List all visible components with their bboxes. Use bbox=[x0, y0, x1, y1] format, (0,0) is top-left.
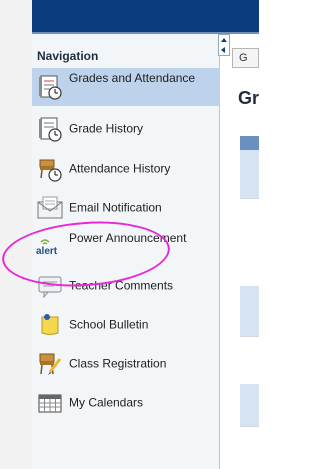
svg-text:alert: alert bbox=[36, 246, 58, 257]
nav-item-label: My Calendars bbox=[69, 395, 144, 410]
table-row bbox=[240, 384, 259, 426]
table-row bbox=[240, 198, 259, 286]
nav-item-power-announcement[interactable]: alert Power Announcement bbox=[32, 228, 220, 266]
nav-item-class-registration[interactable]: Class Registration bbox=[32, 345, 220, 383]
nav-item-grade-history[interactable]: Grade History bbox=[32, 110, 220, 148]
calendar-icon bbox=[38, 394, 62, 413]
table-row bbox=[240, 426, 259, 469]
navigation-heading: Navigation bbox=[37, 49, 99, 63]
nav-item-label: Grades and Attendance bbox=[69, 71, 196, 85]
registration-icon bbox=[39, 353, 62, 375]
grade-history-icon bbox=[39, 117, 62, 142]
nav-item-label: Attendance History bbox=[69, 161, 171, 176]
table-row bbox=[240, 286, 259, 336]
collapse-up-icon bbox=[221, 38, 227, 42]
nav-item-label: Grade History bbox=[69, 121, 144, 136]
table-row bbox=[240, 150, 259, 198]
tab-grades[interactable]: G bbox=[232, 48, 259, 68]
tab-underline bbox=[232, 67, 259, 68]
nav-item-school-bulletin[interactable]: School Bulletin bbox=[32, 306, 220, 344]
nav-item-label: Teacher Comments bbox=[69, 278, 174, 293]
nav-item-label: Power Announcement bbox=[69, 231, 187, 245]
nav-item-my-calendars[interactable]: My Calendars bbox=[32, 384, 220, 422]
table-header bbox=[240, 136, 259, 150]
nav-item-label: Class Registration bbox=[69, 356, 167, 371]
grades-icon bbox=[39, 75, 62, 100]
navigation-sidebar: Navigation Grades and Attendance Grade H… bbox=[32, 34, 220, 469]
nav-item-teacher-comments[interactable]: Teacher Comments bbox=[32, 267, 220, 305]
left-gutter bbox=[0, 0, 32, 469]
nav-item-label: Email Notification bbox=[69, 200, 162, 215]
top-header-bar bbox=[32, 0, 259, 32]
nav-item-email-notification[interactable]: Email Notification bbox=[32, 189, 220, 227]
attendance-history-icon bbox=[39, 159, 62, 182]
nav-item-attendance-history[interactable]: Attendance History bbox=[32, 150, 220, 188]
alert-icon: alert bbox=[36, 239, 58, 257]
comments-icon bbox=[38, 276, 62, 299]
nav-item-grades-and-attendance[interactable]: Grades and Attendance bbox=[32, 68, 220, 106]
collapse-left-icon bbox=[221, 47, 225, 53]
sidebar-collapse-button[interactable] bbox=[218, 34, 230, 56]
table-row bbox=[240, 336, 259, 384]
page-title: Gr bbox=[238, 88, 260, 108]
nav-item-label: School Bulletin bbox=[69, 317, 149, 332]
bulletin-icon bbox=[41, 314, 59, 335]
email-icon bbox=[37, 196, 63, 219]
